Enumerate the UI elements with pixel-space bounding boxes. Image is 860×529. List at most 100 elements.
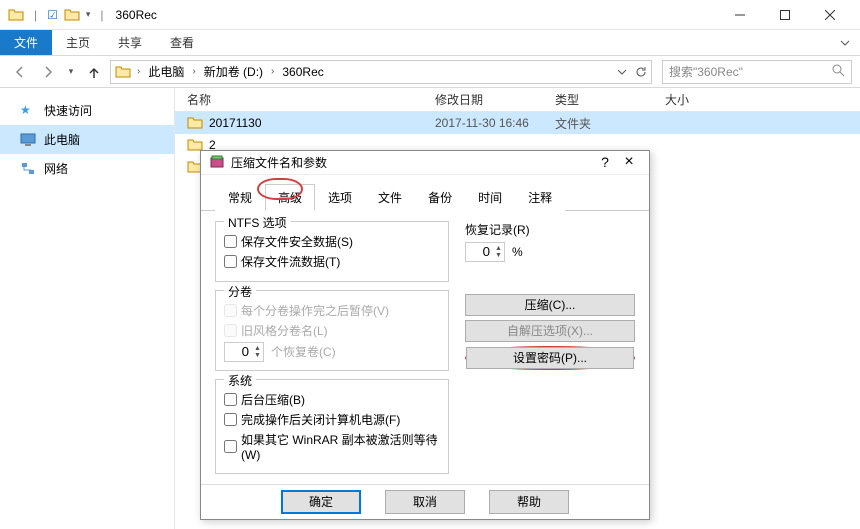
file-date: 2017-11-30 16:46 [435,116,555,130]
checkbox-old-style-names: 旧风格分卷名(L) [224,322,440,339]
sidebar-item-this-pc[interactable]: 此电脑 [0,125,174,154]
checkbox-shutdown[interactable]: 完成操作后关闭计算机电源(F) [224,411,440,428]
system-group: 系统 后台压缩(B) 完成操作后关闭计算机电源(F) 如果其它 WinRAR 副… [215,379,449,474]
sidebar-item-network[interactable]: 网络 [0,154,174,183]
minimize-icon [735,10,745,20]
recovery-record-label: 恢复记录(R) [465,221,635,238]
network-icon [20,161,36,177]
folder-icon [115,64,131,80]
dialog-close-button[interactable]: × [617,153,641,171]
search-icon[interactable] [832,64,845,80]
column-headers: 名称 修改日期 类型 大小 [175,88,860,112]
breadcrumb[interactable]: 新加卷 (D:) [202,63,265,80]
ribbon-file-tab[interactable]: 文件 [0,30,52,55]
group-title: NTFS 选项 [224,214,291,231]
close-button[interactable] [807,0,852,30]
star-icon: ★ [20,103,36,119]
volume-group: 分卷 每个分卷操作完之后暂停(V) 旧风格分卷名(L) ▲▼ 个恢复卷(C) [215,290,449,371]
dialog-footer: 确定 取消 帮助 [201,484,649,519]
checkbox-save-streams[interactable]: 保存文件流数据(T) [224,253,440,270]
ribbon: 文件 主页 共享 查看 [0,30,860,56]
dialog-title: 压缩文件名和参数 [231,154,593,171]
folder-icon [8,7,24,23]
close-icon [825,10,835,20]
sidebar-item-label: 此电脑 [44,131,80,148]
ntfs-group: NTFS 选项 保存文件安全数据(S) 保存文件流数据(T) [215,221,449,282]
help-button[interactable]: 帮助 [489,490,569,514]
search-input[interactable]: 搜索"360Rec" [662,60,852,84]
table-row[interactable]: 20171130 2017-11-30 16:46 文件夹 [175,112,860,134]
column-size[interactable]: 大小 [665,91,745,108]
sfx-options-button[interactable]: 自解压选项(X)... [465,320,635,342]
annotation-circle: 设置密码(P)... [465,346,635,370]
folder-icon[interactable] [64,7,80,23]
maximize-icon [780,10,790,20]
checkbox-wait-other[interactable]: 如果其它 WinRAR 副本被激活则等待(W) [224,431,440,462]
ok-button[interactable]: 确定 [281,490,361,514]
nav-back-button[interactable] [8,60,32,84]
chevron-right-icon[interactable]: › [135,66,142,77]
arrow-right-icon [41,65,55,79]
column-date[interactable]: 修改日期 [435,91,555,108]
navbar: ▾ › 此电脑 › 新加卷 (D:) › 360Rec 搜索"360Rec" [0,56,860,88]
column-type[interactable]: 类型 [555,91,665,108]
chevron-right-icon[interactable]: › [190,66,197,77]
dialog-help-button[interactable]: ? [593,154,617,170]
tab-general[interactable]: 常规 [215,184,265,211]
dialog-titlebar: 压缩文件名和参数 ? × [201,151,649,175]
winrar-icon [209,154,225,170]
window-titlebar: | ☑ ▾ | 360Rec [0,0,860,30]
nav-forward-button[interactable] [36,60,60,84]
tab-backup[interactable]: 备份 [415,184,465,211]
dialog-tabs: 常规 高级 选项 文件 备份 时间 注释 [201,175,649,211]
ribbon-expand-button[interactable] [830,30,860,55]
compress-button[interactable]: 压缩(C)... [465,294,635,316]
qat: | ☑ ▾ | [8,7,108,23]
tab-options[interactable]: 选项 [315,184,365,211]
nav-up-button[interactable] [82,60,106,84]
search-placeholder: 搜索"360Rec" [669,63,743,80]
arrow-left-icon [13,65,27,79]
refresh-icon[interactable] [635,66,647,78]
file-type: 文件夹 [555,115,665,132]
ribbon-tab-view[interactable]: 查看 [156,30,208,55]
group-title: 系统 [224,372,256,389]
set-password-button[interactable]: 设置密码(P)... [466,347,634,369]
chevron-down-icon[interactable] [617,67,627,77]
ribbon-tab-share[interactable]: 共享 [104,30,156,55]
nav-history-dropdown[interactable]: ▾ [64,66,78,77]
tab-advanced[interactable]: 高级 [265,184,315,211]
percent-label: % [512,245,523,259]
qat-sep: | [100,8,103,22]
sidebar-item-quick-access[interactable]: ★ 快速访问 [0,96,174,125]
ribbon-tab-home[interactable]: 主页 [52,30,104,55]
archive-options-dialog: 压缩文件名和参数 ? × 常规 高级 选项 文件 备份 时间 注释 NTFS 选… [200,150,650,520]
address-bar[interactable]: › 此电脑 › 新加卷 (D:) › 360Rec [110,60,652,84]
group-title: 分卷 [224,283,256,300]
sidebar-item-label: 网络 [44,160,68,177]
tab-comment[interactable]: 注释 [515,184,565,211]
chevron-right-icon[interactable]: › [269,66,276,77]
pc-icon [20,132,36,148]
maximize-button[interactable] [762,0,807,30]
tab-time[interactable]: 时间 [465,184,515,211]
folder-icon [187,115,203,131]
qat-sep: | [34,8,37,22]
checkbox-background[interactable]: 后台压缩(B) [224,391,440,408]
breadcrumb[interactable]: 此电脑 [146,63,186,80]
file-name: 20171130 [209,116,262,130]
window-title: 360Rec [116,8,157,22]
arrow-up-icon [87,65,101,79]
qat-check-icon[interactable]: ☑ [47,8,58,22]
tab-files[interactable]: 文件 [365,184,415,211]
cancel-button[interactable]: 取消 [385,490,465,514]
spinner-arrows[interactable]: ▲▼ [254,345,261,359]
sidebar-item-label: 快速访问 [44,102,92,119]
breadcrumb[interactable]: 360Rec [280,65,325,79]
qat-dropdown-icon[interactable]: ▾ [86,9,91,20]
checkbox-save-security[interactable]: 保存文件安全数据(S) [224,233,440,250]
column-name[interactable]: 名称 [175,91,435,108]
minimize-button[interactable] [717,0,762,30]
spinner-arrows[interactable]: ▲▼ [495,245,502,259]
checkbox-pause-after-volume: 每个分卷操作完之后暂停(V) [224,302,440,319]
